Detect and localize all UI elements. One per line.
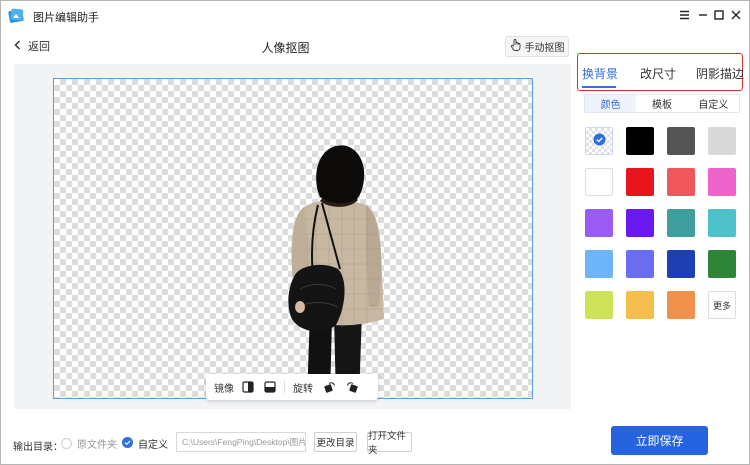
color-swatch[interactable] xyxy=(585,250,613,278)
save-now-button[interactable]: 立即保存 xyxy=(611,426,708,455)
radio-checked-icon xyxy=(122,436,133,451)
title-bar xyxy=(0,0,750,30)
flip-horizontal-icon[interactable] xyxy=(242,379,254,395)
manual-cutout-label: 手动抠图 xyxy=(524,43,565,54)
flip-vertical-icon[interactable] xyxy=(264,379,276,395)
hand-pointer-icon xyxy=(510,39,521,54)
custom-label: 自定义 xyxy=(138,440,168,451)
swatch-transparent[interactable] xyxy=(585,127,613,155)
app-logo-icon xyxy=(8,7,25,24)
open-folder-button[interactable]: 打开文件夹 xyxy=(367,431,412,456)
color-swatch[interactable] xyxy=(585,291,613,319)
canvas-toolbar: 镜像 旋转 xyxy=(206,374,378,400)
color-swatch[interactable] xyxy=(708,209,736,237)
tab-resize[interactable]: 改尺寸 xyxy=(640,65,676,82)
rotate-label: 旋转 xyxy=(293,383,313,395)
portrait-cutout-image xyxy=(288,145,384,398)
color-swatch[interactable] xyxy=(708,168,736,196)
rotate-left-icon[interactable] xyxy=(323,379,336,395)
change-dir-button[interactable]: 更改目录 xyxy=(314,432,357,452)
color-swatch[interactable] xyxy=(667,209,695,237)
manual-cutout-button[interactable]: 手动抠图 xyxy=(505,36,569,57)
active-tab-indicator xyxy=(582,86,616,88)
menu-icon[interactable] xyxy=(675,6,693,24)
output-dir-label: 输出目录： xyxy=(13,442,63,453)
color-swatch[interactable] xyxy=(626,250,654,278)
maximize-icon[interactable] xyxy=(710,6,728,24)
color-swatch[interactable] xyxy=(667,250,695,278)
rotate-right-icon[interactable] xyxy=(346,379,359,395)
color-swatch[interactable] xyxy=(626,127,654,155)
color-swatch[interactable] xyxy=(667,291,695,319)
radio-original-folder[interactable]: 原文件夹 xyxy=(61,436,117,451)
color-swatch[interactable] xyxy=(667,127,695,155)
tab-change-background[interactable]: 换背景 xyxy=(582,65,618,82)
radio-custom[interactable]: 自定义 xyxy=(122,436,168,451)
color-swatch[interactable] xyxy=(667,168,695,196)
original-folder-label: 原文件夹 xyxy=(77,440,117,451)
color-swatch[interactable] xyxy=(708,127,736,155)
mirror-label: 镜像 xyxy=(214,383,234,395)
close-icon[interactable] xyxy=(727,6,745,24)
more-colors-button[interactable]: 更多 xyxy=(708,291,736,319)
color-swatch[interactable] xyxy=(626,168,654,196)
image-canvas[interactable] xyxy=(53,78,533,399)
subtab-custom[interactable]: 自定义 xyxy=(688,95,739,112)
color-swatch[interactable] xyxy=(708,250,736,278)
subtab-template[interactable]: 模板 xyxy=(636,95,687,112)
toolbar-divider xyxy=(284,381,285,393)
color-swatch[interactable] xyxy=(626,209,654,237)
subtab-color[interactable]: 颜色 xyxy=(585,95,637,112)
color-swatch[interactable] xyxy=(626,291,654,319)
color-swatch[interactable] xyxy=(585,209,613,237)
radio-unchecked-icon xyxy=(61,438,72,449)
tab-shadow-stroke[interactable]: 阴影描边 xyxy=(696,65,744,82)
color-swatch[interactable] xyxy=(585,168,613,196)
page-title: 人像抠图 xyxy=(261,41,310,55)
app-title: 图片编辑助手 xyxy=(33,12,99,24)
color-subtabs: 颜色 模板 自定义 xyxy=(584,94,740,113)
output-path-field[interactable]: C:\Users\FengPing\Desktop\图片 xyxy=(176,432,306,452)
checkmark-icon xyxy=(593,133,606,149)
